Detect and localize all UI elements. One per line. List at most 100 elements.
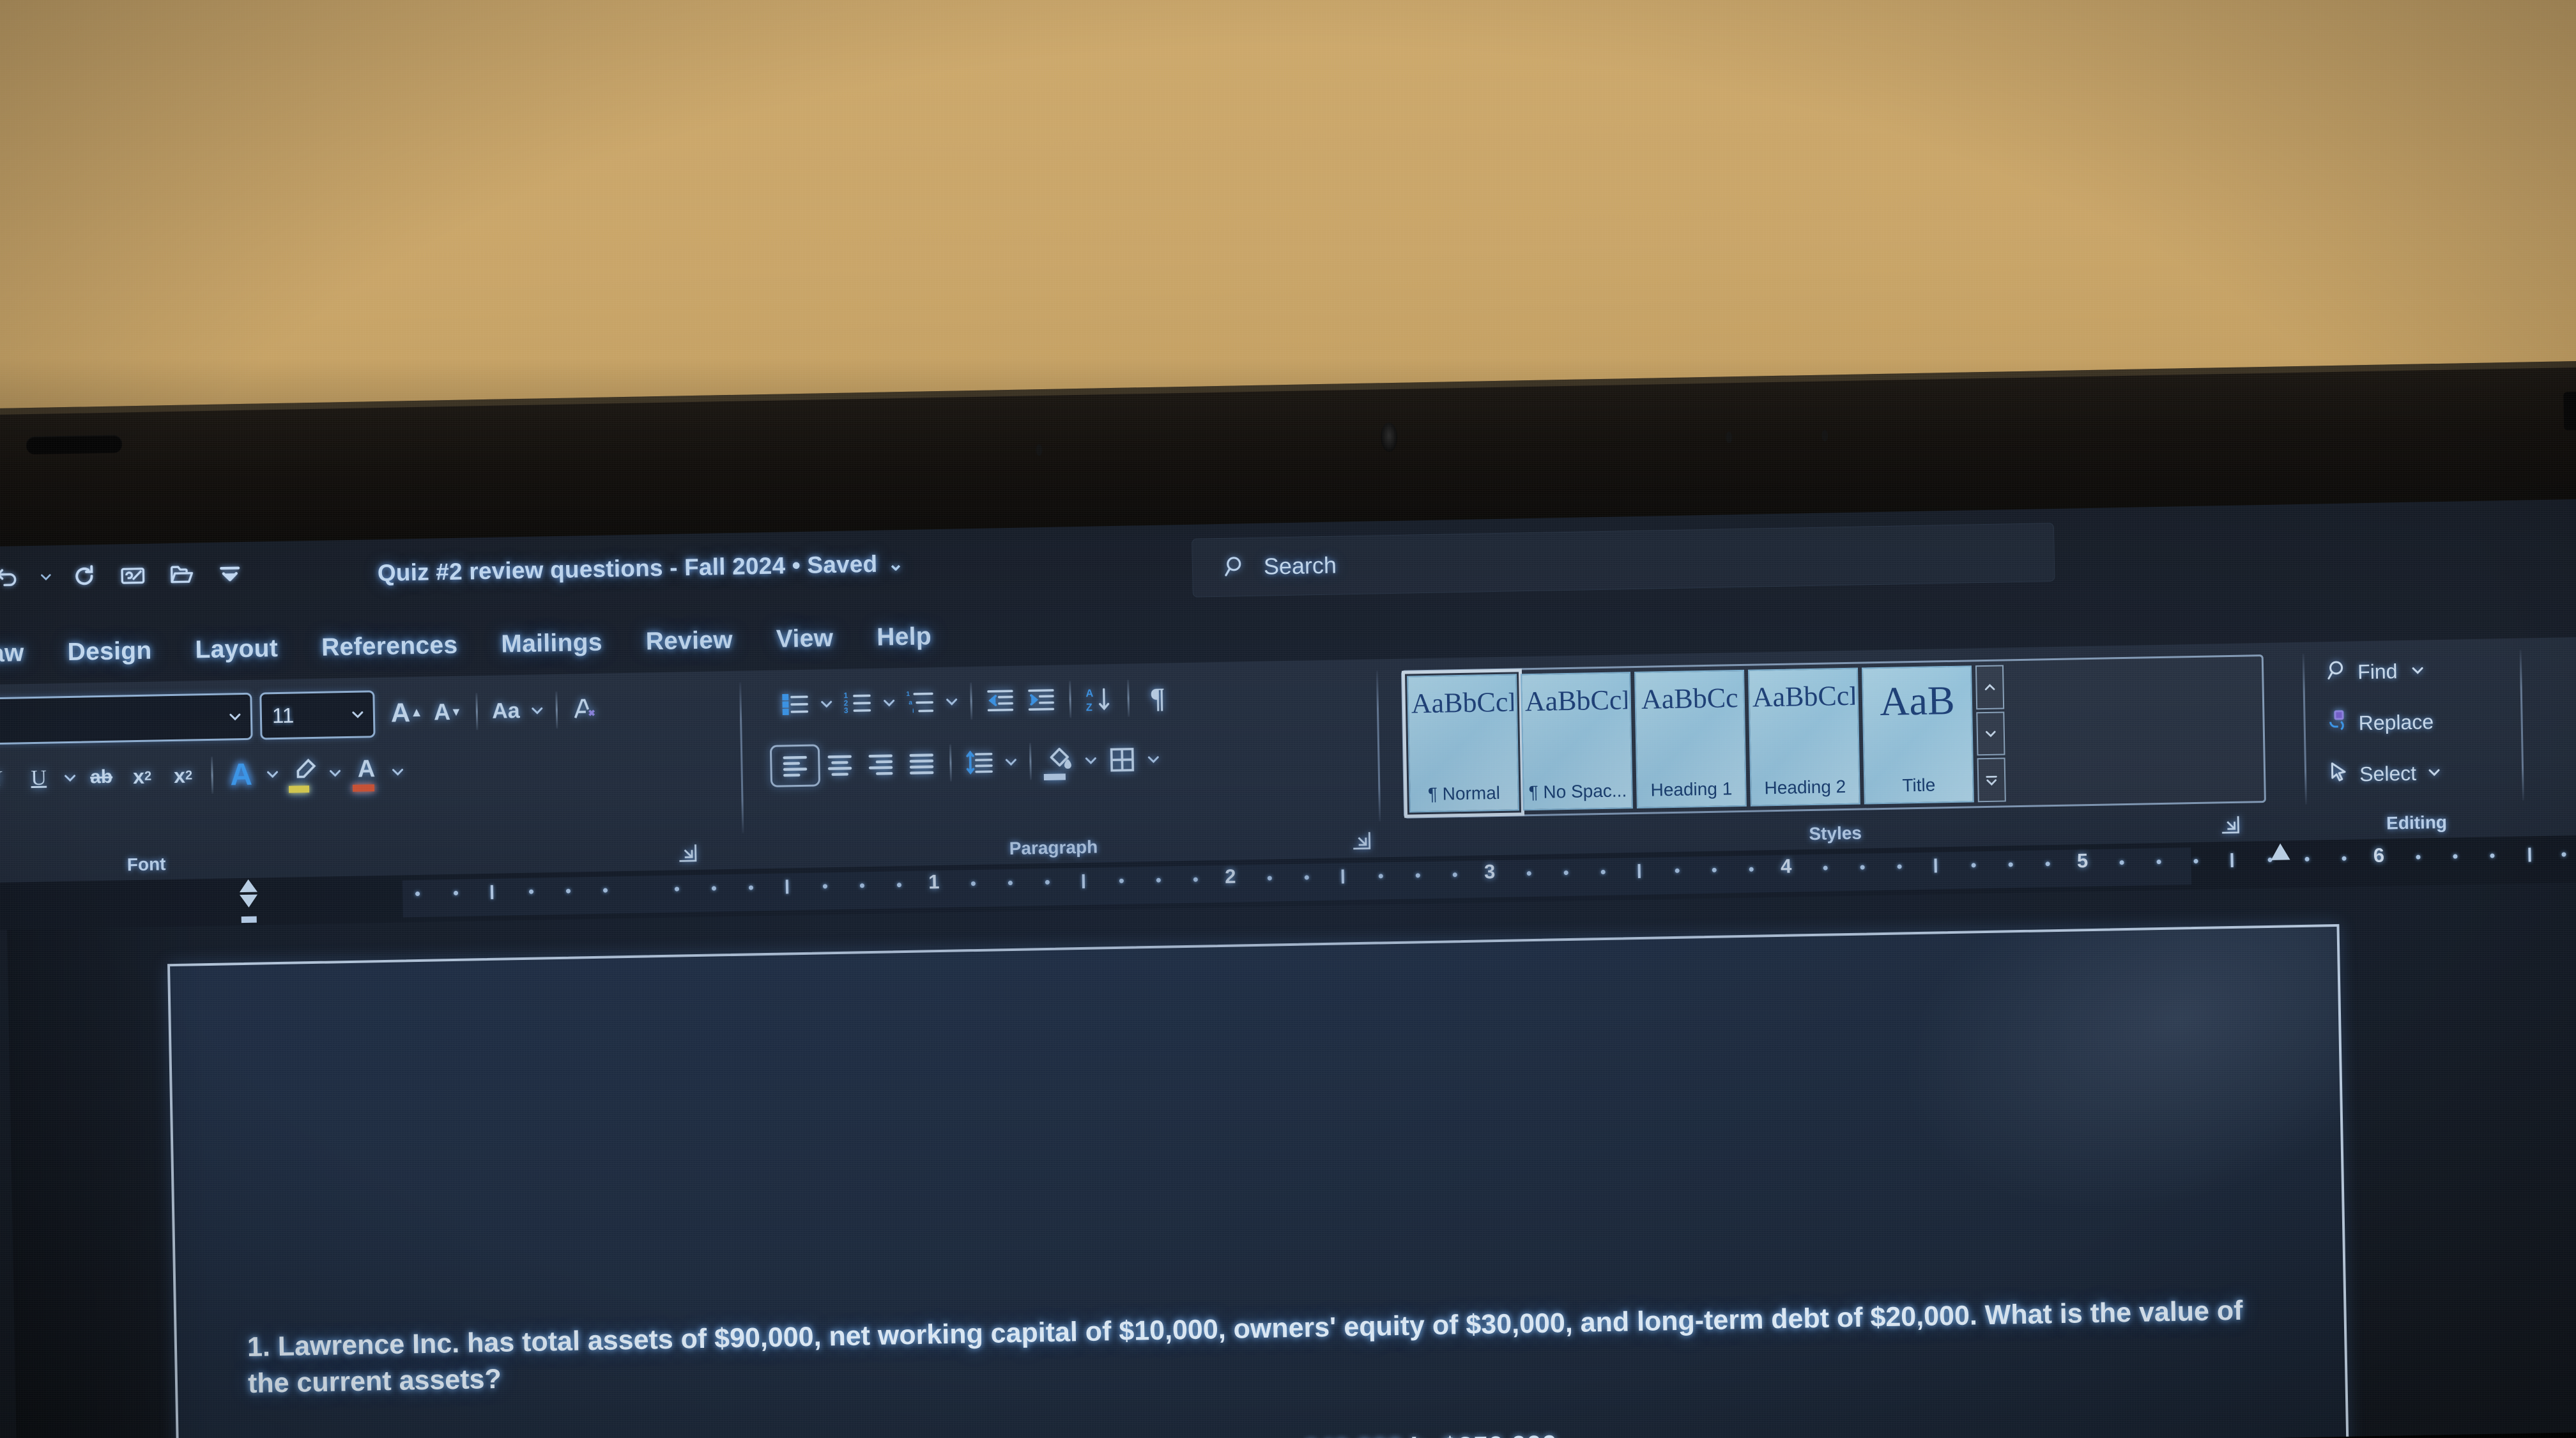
highlight-chevron-down-icon[interactable] xyxy=(324,752,346,794)
replace-button[interactable]: Replace xyxy=(2326,701,2434,744)
font-name-combobox[interactable]: rial xyxy=(0,692,253,746)
open-folder-icon[interactable] xyxy=(161,554,201,594)
tab-mailings[interactable]: Mailings xyxy=(479,628,624,659)
bullet-list-icon[interactable] xyxy=(774,684,816,725)
find-chevron-down-icon[interactable] xyxy=(2410,659,2426,683)
style-item-heading-2[interactable]: AaBbCcD Heading 2 xyxy=(1747,667,1860,807)
search-placeholder: Search xyxy=(1263,552,1337,580)
change-case-icon[interactable]: Aa xyxy=(485,690,526,732)
style-sample: AaBbCc xyxy=(1641,684,1738,714)
borders-grid-icon[interactable] xyxy=(1101,739,1143,780)
font-color-chevron-down-icon[interactable] xyxy=(387,751,409,792)
pilcrow-icon[interactable]: ¶ xyxy=(1137,677,1178,718)
change-case-chevron-down-icon[interactable] xyxy=(526,690,548,731)
line-spacing-icon[interactable] xyxy=(959,741,1000,783)
chevron-up-icon[interactable] xyxy=(1975,665,2005,709)
group-divider-styles-editing xyxy=(2302,653,2307,805)
font-size-combobox[interactable]: 11 xyxy=(259,690,376,740)
strikethrough-icon[interactable]: ab xyxy=(80,756,122,798)
underline-icon[interactable]: U xyxy=(18,757,59,799)
style-item-heading-1[interactable]: AaBbCc Heading 1 xyxy=(1634,669,1747,809)
tab-design[interactable]: Design xyxy=(45,637,174,667)
paint-bucket-icon[interactable] xyxy=(1039,740,1080,782)
shrink-font-icon[interactable]: A ▼ xyxy=(427,692,468,733)
document-paragraph-2-partial[interactable]: $40,000 b. $250,000 xyxy=(1303,1418,2198,1438)
grow-font-icon[interactable]: A ▲ xyxy=(386,692,427,734)
select-chevron-down-icon[interactable] xyxy=(2426,761,2442,784)
select-button[interactable]: Select xyxy=(2327,752,2442,795)
document-paragraph-1[interactable]: 1. Lawrence Inc. has total assets of $90… xyxy=(247,1292,2255,1402)
tab-draw[interactable]: aw xyxy=(0,639,46,669)
decrease-indent-icon[interactable] xyxy=(979,680,1021,722)
font-size-chevron-down-icon[interactable] xyxy=(350,706,365,722)
document-title[interactable]: Quiz #2 review questions - Fall 2024 • S… xyxy=(377,550,904,587)
multilevel-list-icon[interactable]: 1 a i xyxy=(900,681,941,723)
screen-glare xyxy=(1848,924,2349,1283)
style-sample: AaBbCcI xyxy=(1524,686,1628,716)
underline-chevron-down-icon[interactable] xyxy=(59,757,81,799)
highlight-pen-icon[interactable] xyxy=(283,753,325,794)
paragraph-dialog-launcher[interactable] xyxy=(1350,830,1372,852)
divider xyxy=(475,693,479,731)
italic-icon[interactable]: I xyxy=(0,758,19,800)
text-effects-icon[interactable]: A xyxy=(220,754,262,795)
line-spacing-chevron-down-icon[interactable] xyxy=(1000,741,1022,783)
style-name: ¶ Normal xyxy=(1427,782,1501,805)
svg-text:1: 1 xyxy=(906,691,910,698)
undo-icon[interactable] xyxy=(0,557,27,598)
chevron-down-icon[interactable] xyxy=(1976,711,2005,756)
left-indent-marker[interactable] xyxy=(239,879,258,924)
ribbon-group-dictate: Di xyxy=(2532,637,2576,837)
find-button[interactable]: Find xyxy=(2326,650,2426,693)
more-styles-icon[interactable] xyxy=(1977,757,2006,803)
search-icon xyxy=(1223,553,1248,582)
right-indent-marker[interactable] xyxy=(2271,843,2290,860)
multilevel-chevron-down-icon[interactable] xyxy=(940,681,963,722)
styles-dialog-launcher[interactable] xyxy=(2219,814,2241,836)
chevron-down-bar-icon[interactable] xyxy=(210,553,250,594)
clear-formatting-icon[interactable] xyxy=(565,689,606,731)
shading-chevron-down-icon[interactable] xyxy=(1080,739,1102,781)
tab-layout[interactable]: Layout xyxy=(173,634,300,665)
align-center-icon[interactable] xyxy=(819,744,861,785)
font-dialog-launcher[interactable] xyxy=(677,842,699,864)
numbered-list-icon[interactable]: 1 2 3 xyxy=(837,683,878,724)
align-left-icon[interactable] xyxy=(769,744,821,787)
search-input[interactable]: Search xyxy=(1192,522,2055,598)
font-color-icon[interactable]: A xyxy=(346,752,387,793)
style-sample: AaB xyxy=(1879,679,1956,723)
align-right-icon[interactable] xyxy=(860,743,901,785)
style-name: Title xyxy=(1902,775,1936,796)
chevron-down-icon[interactable]: ⌄ xyxy=(887,552,904,575)
document-page[interactable]: 1. Lawrence Inc. has total assets of $90… xyxy=(167,924,2349,1438)
sort-az-icon[interactable]: A Z xyxy=(1078,678,1120,720)
borders-chevron-down-icon[interactable] xyxy=(1142,739,1165,780)
subscript-icon[interactable]: x2 xyxy=(121,755,163,797)
style-item-no-spacing[interactable]: AaBbCcI ¶ No Spac... xyxy=(1521,672,1633,811)
tab-references[interactable]: References xyxy=(300,631,480,662)
divider xyxy=(211,756,214,794)
redo-icon[interactable] xyxy=(64,556,104,596)
justify-icon[interactable] xyxy=(901,743,942,784)
tab-help[interactable]: Help xyxy=(855,622,953,653)
increase-indent-icon[interactable] xyxy=(1020,679,1062,720)
tab-review[interactable]: Review xyxy=(624,626,755,656)
review-checkmark-icon[interactable] xyxy=(112,555,153,596)
style-item-title[interactable]: AaB Title xyxy=(1861,665,1974,805)
search-icon xyxy=(2326,658,2349,687)
document-title-text: Quiz #2 review questions - Fall 2024 • S… xyxy=(377,550,878,587)
numbering-chevron-down-icon[interactable] xyxy=(878,682,900,723)
undo-dropdown-icon[interactable] xyxy=(36,557,56,597)
text-effects-chevron-down-icon[interactable] xyxy=(261,754,284,795)
replace-label: Replace xyxy=(2358,709,2434,734)
divider xyxy=(1069,681,1072,718)
tab-view[interactable]: View xyxy=(755,624,855,654)
ruler-number-4: 4 xyxy=(1780,854,1792,877)
style-item-normal[interactable]: AaBbCcI ¶ Normal xyxy=(1401,669,1525,818)
style-name: ¶ No Spac... xyxy=(1528,780,1627,803)
font-name-chevron-down-icon[interactable] xyxy=(227,709,243,724)
ruler-number-2: 2 xyxy=(1224,865,1236,888)
quick-access-toolbar xyxy=(0,553,250,598)
bullets-chevron-down-icon[interactable] xyxy=(815,683,838,725)
superscript-icon[interactable]: x2 xyxy=(162,755,204,796)
